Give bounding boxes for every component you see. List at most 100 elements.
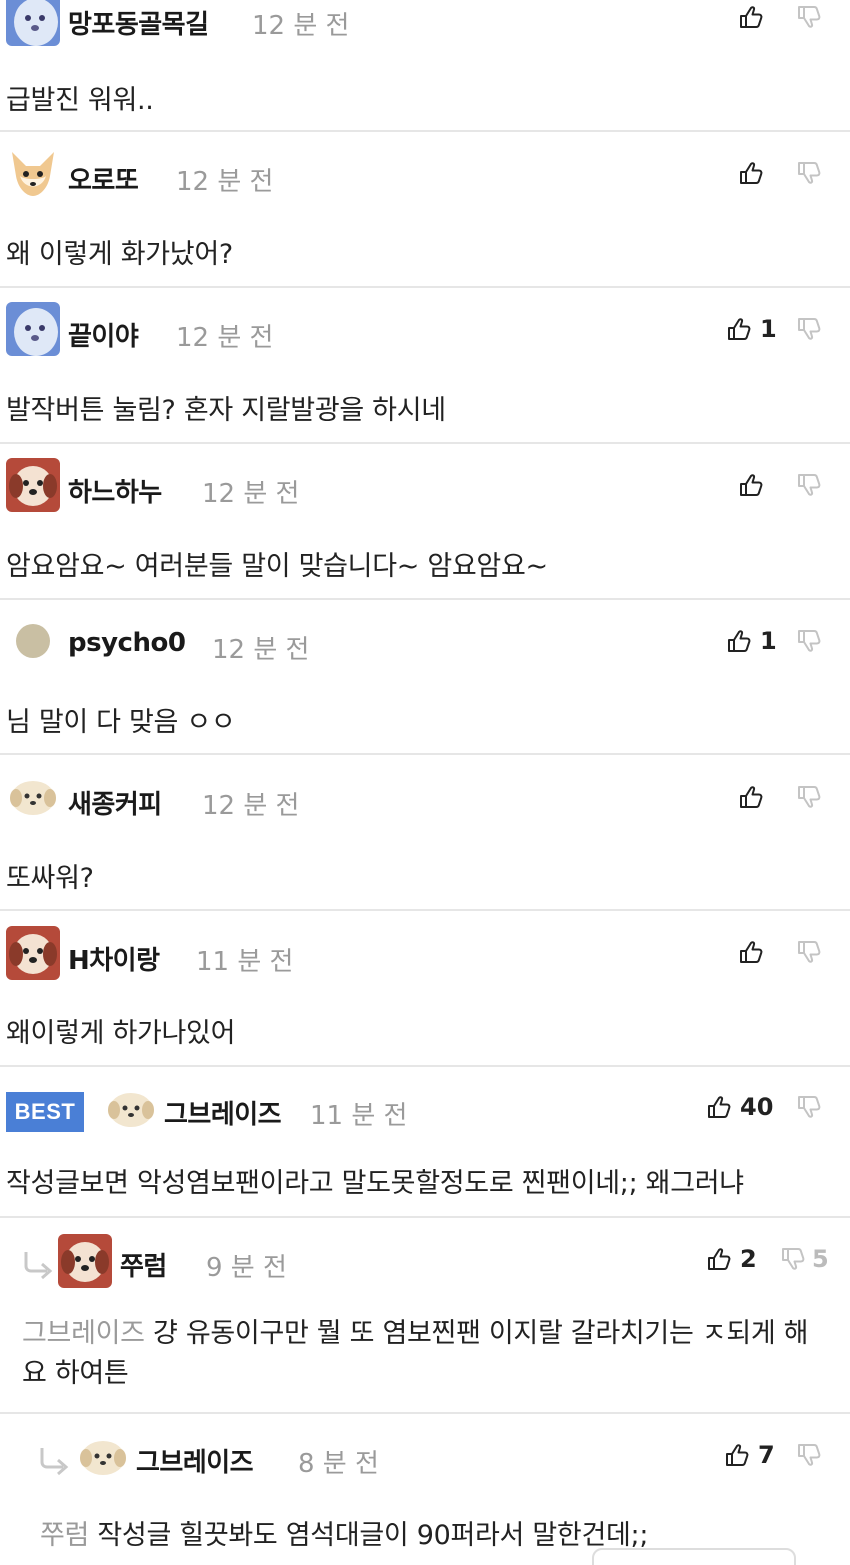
dislike-button[interactable] [796, 158, 822, 188]
comment-author[interactable]: psycho0 [68, 628, 186, 658]
comment-author[interactable]: H차이랑 [68, 940, 160, 977]
divider [0, 598, 850, 600]
like-button[interactable] [738, 2, 772, 32]
thumbs-up-icon [738, 4, 764, 30]
comment-body: 왜이렇게 하가나있어 [6, 1018, 236, 1049]
reply-author[interactable]: 쭈럼 [120, 1246, 167, 1283]
thumbs-up-icon [706, 1246, 732, 1272]
comment-author[interactable]: 끝이야 [68, 316, 139, 353]
comment-time: 11 분 전 [310, 1101, 408, 1131]
avatar[interactable] [58, 1234, 112, 1288]
avatar[interactable] [76, 1430, 130, 1484]
divider [0, 1412, 850, 1414]
comment-body: 또싸워? [6, 863, 94, 894]
reply-text: 작성글 힐끗봐도 염석대글이 90퍼라서 말한건데;; [97, 1520, 649, 1551]
thumbs-down-icon [796, 1442, 822, 1468]
divider [0, 130, 850, 132]
like-button[interactable] [738, 782, 772, 812]
comment-body: 작성글보면 악성염보팬이라고 말도못할정도로 찐팬이네;; 왜그러냐 [6, 1168, 744, 1199]
like-count: 40 [740, 1093, 774, 1121]
dislike-button[interactable]: 5 [780, 1244, 829, 1274]
reply-body: 쭈럼 작성글 힐끗봐도 염석대글이 90퍼라서 말한건데;; [40, 1513, 648, 1552]
reply-mention[interactable]: 쭈럼 [40, 1520, 89, 1551]
reply-body: 그브레이즈 걍 유동이구만 뭘 또 염보찐팬 이지랄 갈라치기는 ㅈ되게 해요 … [22, 1314, 822, 1394]
comment-time: 12 분 전 [252, 11, 350, 41]
thumbs-up-icon [738, 160, 764, 186]
like-count: 2 [740, 1245, 757, 1273]
thumbs-up-icon [706, 1094, 732, 1120]
thumbs-down-icon [796, 316, 822, 342]
avatar[interactable] [6, 926, 60, 980]
divider [0, 1065, 850, 1067]
comment-body: 급발진 워워.. [6, 85, 154, 116]
like-count: 1 [760, 315, 777, 343]
like-button[interactable] [738, 937, 772, 967]
divider [0, 1216, 850, 1218]
comment-author[interactable]: 새종커피 [68, 784, 162, 821]
like-button[interactable]: 40 [706, 1092, 773, 1122]
avatar[interactable] [104, 1082, 158, 1136]
thumbs-down-icon [796, 784, 822, 810]
like-button[interactable] [738, 158, 772, 188]
comment-body: 암요암요~ 여러분들 말이 맞습니다~ 암요암요~ [6, 551, 548, 582]
dislike-button[interactable] [796, 1440, 822, 1470]
comment-time: 12 분 전 [176, 167, 274, 197]
thumbs-down-icon [796, 628, 822, 654]
thumbs-down-icon [796, 472, 822, 498]
comment-author[interactable]: 오로또 [68, 160, 139, 197]
avatar[interactable] [6, 302, 60, 356]
dislike-count: 5 [812, 1245, 829, 1273]
like-count: 1 [760, 627, 777, 655]
divider [0, 286, 850, 288]
best-badge: BEST [6, 1092, 84, 1132]
thumbs-up-icon [738, 472, 764, 498]
thumbs-up-icon [726, 628, 752, 654]
dislike-button[interactable] [796, 314, 822, 344]
comment-body: 왜 이렇게 화가났어? [6, 239, 233, 270]
avatar[interactable] [6, 614, 60, 668]
thumbs-down-icon [780, 1246, 806, 1272]
thumbs-down-icon [796, 160, 822, 186]
divider [0, 909, 850, 911]
divider [0, 753, 850, 755]
reply-time: 9 분 전 [206, 1253, 287, 1283]
dislike-button[interactable] [796, 937, 822, 967]
avatar[interactable] [6, 458, 60, 512]
divider [0, 442, 850, 444]
dislike-button[interactable] [796, 1092, 822, 1122]
reply-author[interactable]: 그브레이즈 [136, 1442, 254, 1479]
reply-time: 8 분 전 [298, 1449, 379, 1479]
thumbs-down-icon [796, 4, 822, 30]
dislike-button[interactable] [796, 2, 822, 32]
like-button[interactable]: 2 [706, 1244, 757, 1274]
thumbs-up-icon [726, 316, 752, 342]
dislike-button[interactable] [796, 626, 822, 656]
like-button[interactable]: 1 [726, 314, 777, 344]
thumbs-down-icon [796, 1094, 822, 1120]
comment-time: 11 분 전 [196, 947, 294, 977]
dislike-button[interactable] [796, 470, 822, 500]
thumbs-up-icon [738, 784, 764, 810]
like-button[interactable] [738, 470, 772, 500]
like-button[interactable]: 1 [726, 626, 777, 656]
like-count: 7 [758, 1441, 775, 1469]
thumbs-down-icon [796, 939, 822, 965]
dislike-button[interactable] [796, 782, 822, 812]
floating-input-edge[interactable] [592, 1548, 796, 1565]
comment-author[interactable]: 망포동골목길 [68, 4, 209, 41]
like-button[interactable]: 7 [724, 1440, 775, 1470]
comment-time: 12 분 전 [202, 479, 300, 509]
avatar[interactable] [6, 0, 60, 46]
comment-author[interactable]: 하느하누 [68, 472, 162, 509]
comment-time: 12 분 전 [202, 791, 300, 821]
reply-mention[interactable]: 그브레이즈 [22, 1318, 145, 1349]
avatar[interactable] [6, 770, 60, 824]
avatar[interactable] [6, 146, 60, 200]
thumbs-up-icon [724, 1442, 750, 1468]
comment-time: 12 분 전 [176, 323, 274, 353]
reply-arrow-icon [22, 1250, 54, 1280]
comment-time: 12 분 전 [212, 635, 310, 665]
thumbs-up-icon [738, 939, 764, 965]
comment-author[interactable]: 그브레이즈 [164, 1094, 282, 1131]
reply-arrow-icon [38, 1446, 70, 1476]
